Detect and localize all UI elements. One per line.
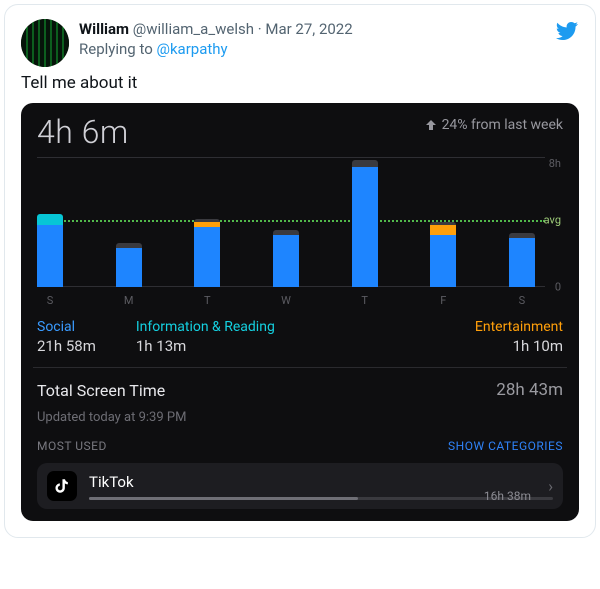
- total-row[interactable]: Total Screen Time 28h 43m: [37, 380, 563, 400]
- bar-4: [352, 160, 378, 287]
- tweet-header: William @william_a_welsh · Mar 27, 2022: [79, 19, 555, 39]
- bar-1: [116, 243, 142, 287]
- weekly-chart: 8h 0 avg SMTWTFS: [37, 157, 563, 307]
- updated-text: Updated today at 9:39 PM: [37, 410, 563, 425]
- tweet-card: William @william_a_welsh · Mar 27, 2022 …: [4, 4, 596, 538]
- total-label: Total Screen Time: [37, 381, 165, 400]
- cat-social-value: 21h 58m: [37, 337, 96, 355]
- avatar[interactable]: [21, 19, 69, 67]
- cat-ent-value: 1h 10m: [475, 337, 563, 355]
- reply-line: Replying to @karpathy: [79, 39, 555, 59]
- total-value: 28h 43m: [496, 380, 563, 400]
- reply-mention[interactable]: @karpathy: [156, 40, 227, 58]
- daily-average: 4h 6m: [37, 113, 129, 151]
- x-labels: SMTWTFS: [37, 294, 535, 307]
- cat-info-title: Information & Reading: [136, 319, 275, 335]
- display-name[interactable]: William: [79, 20, 129, 38]
- bar-3: [273, 230, 299, 287]
- app-time: 16h 38m: [484, 489, 531, 503]
- tiktok-icon: [47, 471, 77, 501]
- screentime-card: 4h 6m 24% from last week 8h 0 avg SMTWTF…: [21, 103, 579, 521]
- bar-6: [509, 233, 535, 287]
- tweet-text: Tell me about it: [21, 73, 579, 93]
- bar-0: [37, 214, 63, 287]
- arrow-up-icon: [425, 119, 437, 131]
- most-used-label: MOST USED: [37, 439, 107, 453]
- bar-5: [430, 222, 456, 287]
- weekly-change: 24% from last week: [425, 117, 563, 133]
- bars-container: [37, 157, 535, 287]
- bar-2: [194, 219, 220, 287]
- app-name: TikTok: [89, 473, 553, 491]
- avg-label: avg: [544, 214, 561, 227]
- cat-info-value: 1h 13m: [136, 337, 275, 355]
- y-top-label: 8h: [549, 157, 561, 170]
- y-bottom-label: 0: [555, 281, 561, 294]
- chevron-right-icon: ›: [548, 477, 553, 496]
- category-summary: Social 21h 58m Information & Reading 1h …: [37, 319, 563, 355]
- twitter-logo-icon[interactable]: [555, 19, 579, 43]
- app-row-tiktok[interactable]: TikTok 16h 38m ›: [37, 463, 563, 509]
- tweet-date[interactable]: Mar 27, 2022: [265, 20, 352, 38]
- cat-ent-title: Entertainment: [475, 319, 563, 335]
- cat-social-title: Social: [37, 319, 96, 335]
- handle[interactable]: @william_a_welsh: [133, 20, 254, 38]
- show-categories-button[interactable]: SHOW CATEGORIES: [448, 439, 563, 453]
